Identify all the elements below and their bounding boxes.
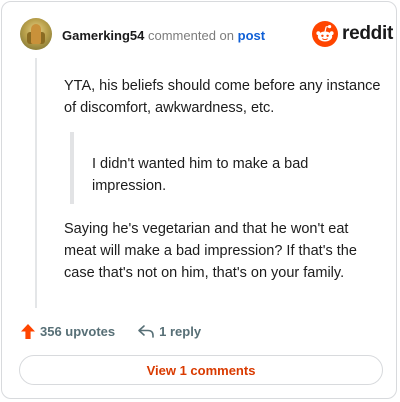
thread-line[interactable] — [35, 58, 37, 308]
action-text: commented on — [148, 28, 234, 43]
reddit-wordmark: reddit — [342, 23, 393, 44]
reply-count: 1 reply — [159, 323, 202, 339]
avatar-figure — [31, 24, 41, 44]
comment-header: Gamerking54 commented on post — [62, 28, 265, 43]
reddit-logo[interactable]: reddit — [312, 21, 393, 47]
reply-button[interactable]: 1 reply — [137, 324, 201, 339]
upvote-arrow-icon — [21, 323, 35, 339]
upvotes-count: 356 upvotes — [40, 323, 116, 339]
view-comments-button[interactable]: View 1 comments — [19, 355, 383, 385]
comment-actions: 356 upvotes 1 reply — [20, 321, 201, 341]
reply-arrow-icon — [138, 325, 154, 338]
comment-card: Gamerking54 commented on post reddit YTA… — [1, 1, 397, 399]
comment-quote: I didn't wanted him to make a bad impres… — [92, 156, 309, 194]
user-avatar[interactable] — [20, 18, 52, 50]
quote-bar — [70, 132, 74, 204]
username-link[interactable]: Gamerking54 — [62, 28, 144, 43]
post-link[interactable]: post — [238, 28, 265, 43]
comment-paragraph-2: Saying he's vegetarian and that he won't… — [64, 221, 357, 281]
upvote-button[interactable]: 356 upvotes — [20, 323, 115, 340]
reddit-snoo-icon — [312, 21, 338, 47]
comment-paragraph-1: YTA, his beliefs should come before any … — [64, 78, 381, 116]
